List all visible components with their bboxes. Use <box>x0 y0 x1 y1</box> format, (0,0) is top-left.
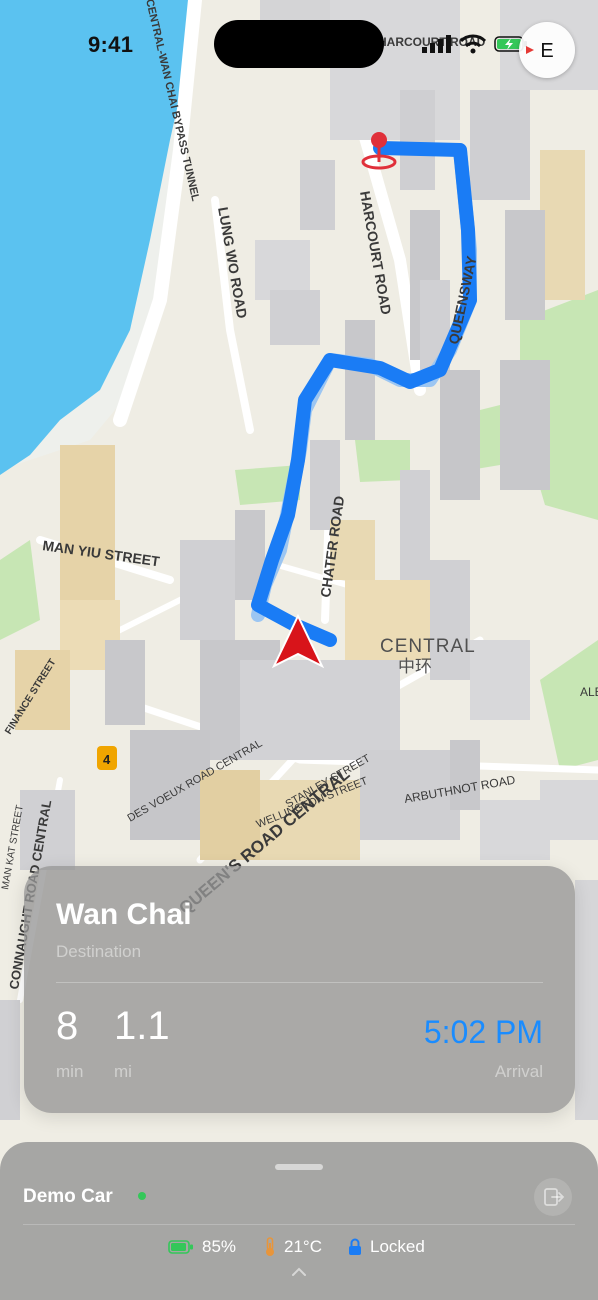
distance-unit: mi <box>114 1062 132 1081</box>
dynamic-island <box>214 20 384 68</box>
eta-minutes-value: 8 <box>56 1004 79 1048</box>
map-label-edge: ALE <box>580 685 598 699</box>
destination-subtitle: Destination <box>56 942 142 961</box>
arrival-label: Arrival <box>494 1062 543 1081</box>
compass-button[interactable]: E <box>519 22 575 78</box>
divider <box>56 982 543 983</box>
lock-status-text: Locked <box>370 1237 425 1256</box>
divider <box>23 1224 575 1225</box>
exit-button[interactable] <box>534 1178 572 1216</box>
lock-status: Locked <box>348 1236 425 1258</box>
distance-value: 1.1 <box>114 1004 170 1048</box>
battery-status: 85% <box>168 1236 236 1258</box>
vehicle-name: Demo Car <box>23 1186 113 1207</box>
map-label-central-chinese: 中环 <box>398 657 432 676</box>
road-shield-number: 4 <box>103 752 111 767</box>
status-icons <box>422 32 528 56</box>
wifi-icon <box>460 34 486 54</box>
arrival-time: 5:02 PM <box>423 1014 543 1050</box>
exit-icon <box>544 1188 565 1206</box>
destination-name: Wan Chai <box>56 898 192 931</box>
chevron-up-icon[interactable] <box>291 1267 307 1277</box>
status-time: 9:41 <box>88 32 134 57</box>
destination-card[interactable]: Wan Chai Destination 8 min 1.1 mi 5:02 P… <box>24 866 575 1113</box>
thermometer-icon <box>266 1237 274 1256</box>
battery-icon <box>168 1240 193 1254</box>
sheet-grabber[interactable] <box>275 1164 323 1170</box>
battery-level: 85% <box>202 1237 237 1256</box>
temperature-value: 21°C <box>284 1237 322 1256</box>
cellular-signal-icon <box>422 35 451 53</box>
connection-status-dot <box>138 1192 146 1200</box>
temperature-status: 21°C <box>264 1236 322 1258</box>
compass-heading: E <box>540 40 554 62</box>
status-bar: 9:41 <box>0 0 598 80</box>
map-label-central: CENTRAL <box>380 636 476 657</box>
eta-minutes-unit: min <box>56 1062 84 1081</box>
lock-icon <box>349 1238 361 1255</box>
vehicle-sheet[interactable]: Demo Car 85% 21°C Locked <box>0 1142 598 1300</box>
